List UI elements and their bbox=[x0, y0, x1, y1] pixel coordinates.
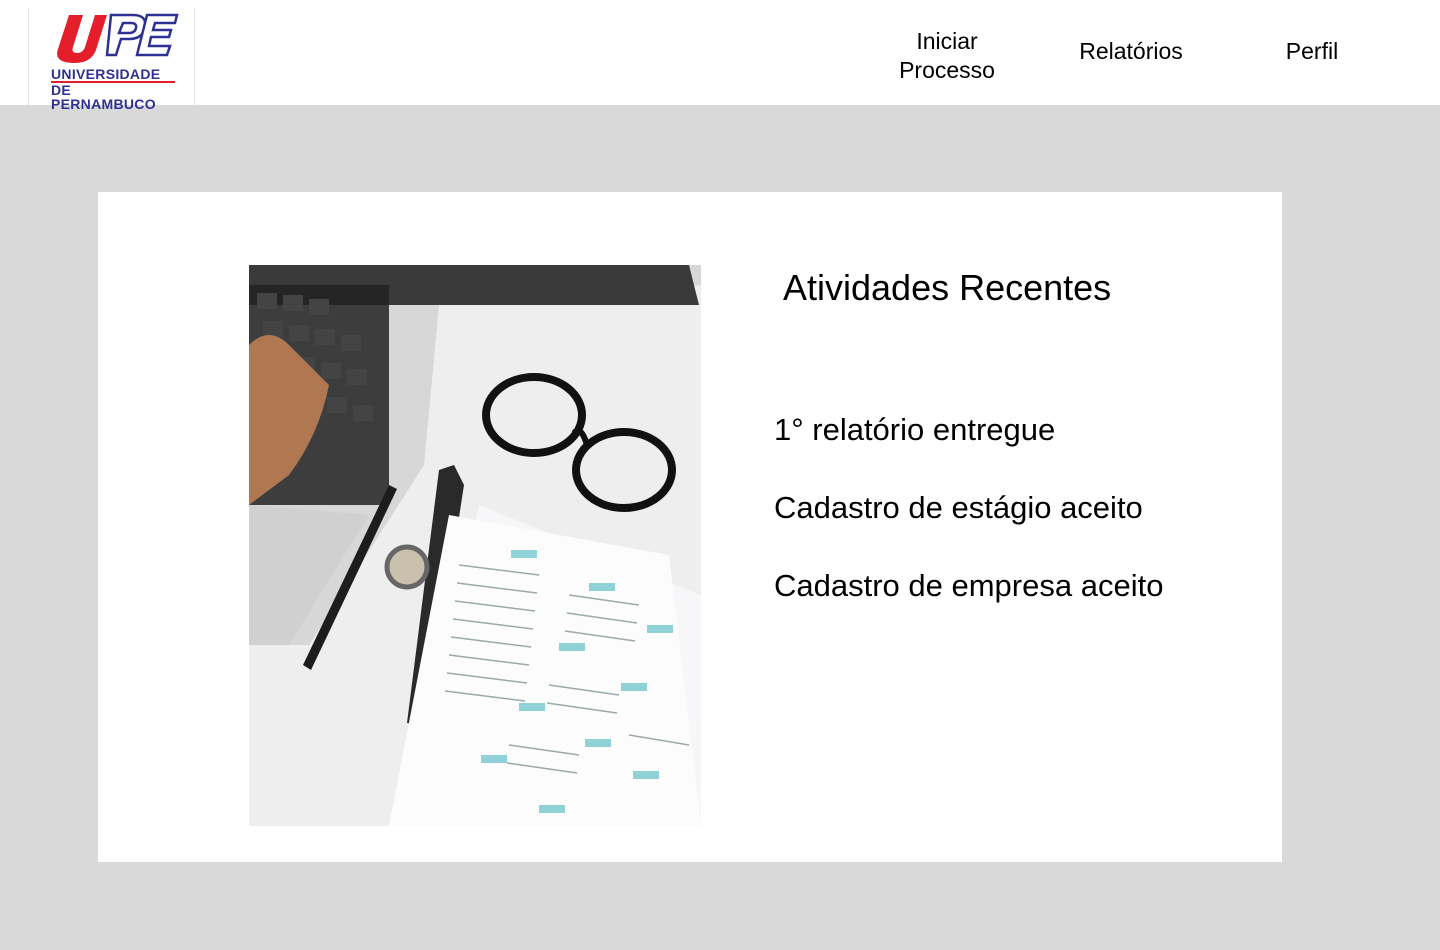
upe-logo-mark bbox=[57, 13, 179, 63]
logo-text-de-pernambuco: DE PERNAMBUCO bbox=[51, 82, 156, 112]
activity-item: Cadastro de empresa aceito bbox=[774, 568, 1164, 603]
logo-text-universidade: UNIVERSIDADE bbox=[51, 66, 161, 82]
recent-activities-title: Atividades Recentes bbox=[783, 267, 1112, 308]
desk-photo bbox=[249, 265, 701, 826]
activity-item: 1° relatório entregue bbox=[774, 412, 1056, 447]
activity-item: Cadastro de estágio aceito bbox=[774, 490, 1143, 525]
nav-perfil[interactable]: Perfil bbox=[1268, 37, 1356, 66]
desk-illustration bbox=[249, 265, 701, 826]
upe-logo[interactable]: UNIVERSIDADE DE PERNAMBUCO bbox=[28, 8, 195, 111]
top-header: UNIVERSIDADE DE PERNAMBUCO Iniciar Proce… bbox=[0, 0, 1440, 111]
recent-activities-card: Atividades Recentes 1° relatório entregu… bbox=[98, 192, 1282, 862]
nav-relatorios[interactable]: Relatórios bbox=[1060, 37, 1202, 66]
nav-iniciar-processo[interactable]: Iniciar Processo bbox=[880, 27, 1014, 85]
